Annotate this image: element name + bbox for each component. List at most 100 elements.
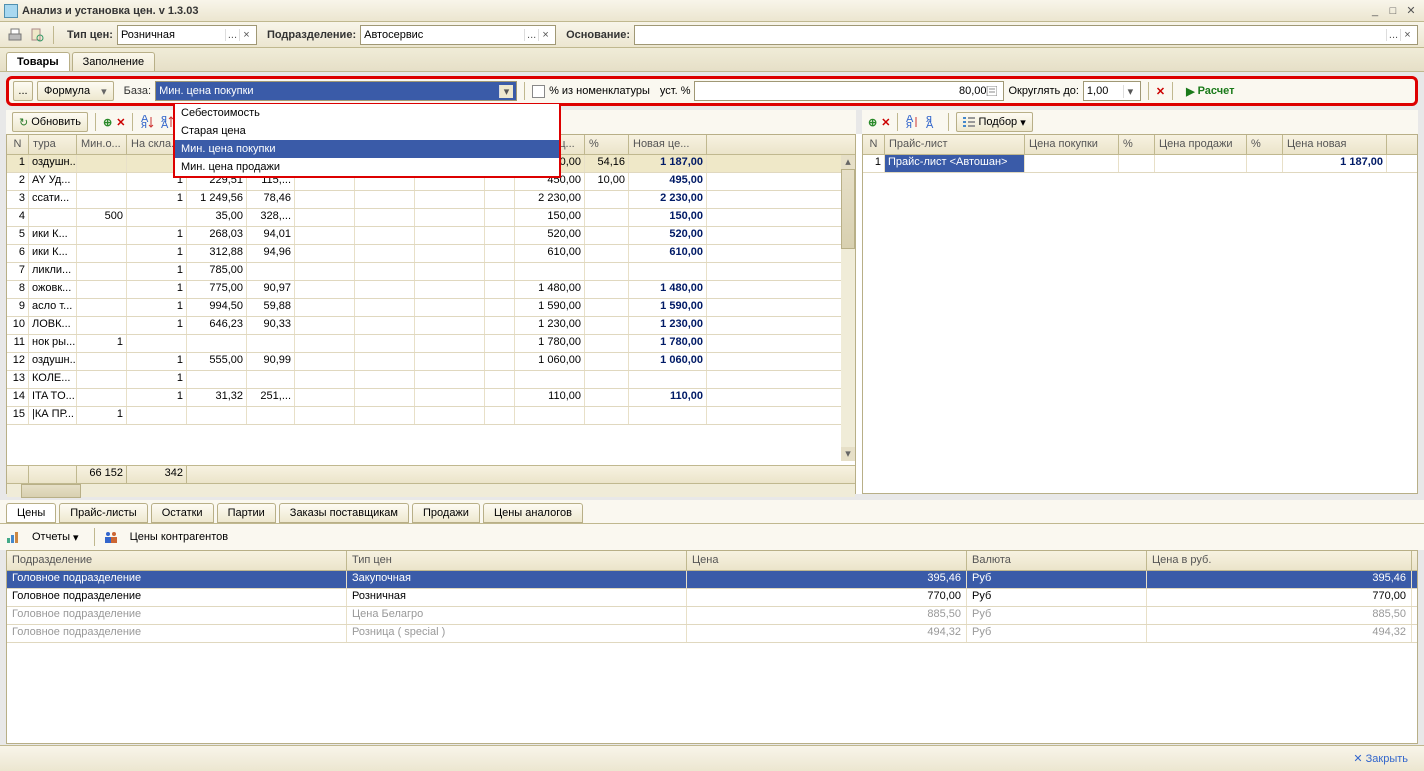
search-doc-icon[interactable]	[28, 26, 46, 44]
tab-supplier-orders[interactable]: Заказы поставщикам	[279, 503, 409, 523]
rcol-new-price[interactable]: Цена новая	[1283, 135, 1387, 154]
base-combo[interactable]: Мин. цена покупки ▾	[155, 81, 517, 101]
delete-button[interactable]: ✕	[881, 116, 890, 129]
tab-analog-prices[interactable]: Цены аналогов	[483, 503, 583, 523]
delete-button[interactable]: ✕	[116, 116, 125, 129]
tab-goods[interactable]: Товары	[6, 52, 70, 71]
table-row[interactable]: 5ики К...1268,0394,01520,00520,00	[7, 227, 855, 245]
rcol-sell-price[interactable]: Цена продажи	[1155, 135, 1247, 154]
ellipsis-icon[interactable]: ...	[1386, 29, 1400, 41]
ellipsis-button[interactable]: ...	[13, 81, 33, 101]
table-row[interactable]: 7ликли...1785,00	[7, 263, 855, 281]
col-pct2[interactable]: %	[585, 135, 629, 154]
col-new-price[interactable]: Новая це...	[629, 135, 707, 154]
formula-button[interactable]: Формула▾	[37, 81, 114, 101]
tab-prices[interactable]: Цены	[6, 503, 56, 523]
tab-sales[interactable]: Продажи	[412, 503, 480, 523]
rcol-buy-price[interactable]: Цена покупки	[1025, 135, 1119, 154]
bcol-price-type[interactable]: Тип цен	[347, 551, 687, 570]
bcol-price[interactable]: Цена	[687, 551, 967, 570]
tab-fill[interactable]: Заполнение	[72, 52, 156, 71]
v-scrollbar[interactable]: ▴ ▾	[841, 155, 855, 461]
reports-button[interactable]: Отчеты▾	[26, 527, 85, 547]
tab-pricelists[interactable]: Прайс-листы	[59, 503, 147, 523]
close-button[interactable]: ✕	[1402, 4, 1420, 18]
col-nomenclature[interactable]: тура	[29, 135, 77, 154]
rcol-n[interactable]: N	[863, 135, 885, 154]
table-row[interactable]: Головное подразделениеРозничная770,00Руб…	[7, 589, 1417, 607]
table-row[interactable]: 13КОЛЕ...1	[7, 371, 855, 389]
bcol-currency[interactable]: Валюта	[967, 551, 1147, 570]
h-scrollbar[interactable]	[7, 483, 855, 497]
tab-stock[interactable]: Остатки	[151, 503, 214, 523]
scrollbar-thumb[interactable]	[21, 484, 81, 498]
clear-icon[interactable]: ×	[239, 29, 253, 41]
table-row[interactable]: Головное подразделениеЦена Белагро885,50…	[7, 607, 1417, 625]
subdivision-combo[interactable]: Автосервис ... ×	[360, 25, 556, 45]
table-row[interactable]: 12оздушн...1555,0090,991 060,001 060,00	[7, 353, 855, 371]
dropdown-option[interactable]: Мин. цена продажи	[175, 158, 559, 176]
scroll-down-icon[interactable]: ▾	[841, 447, 855, 461]
table-row[interactable]: 3ссати...11 249,5678,462 230,002 230,00	[7, 191, 855, 209]
cancel-calc-button[interactable]: ✕	[1156, 85, 1165, 98]
col-n[interactable]: N	[7, 135, 29, 154]
clear-icon[interactable]: ×	[538, 29, 552, 41]
bcol-subdivision[interactable]: Подразделение	[7, 551, 347, 570]
tab-batches[interactable]: Партии	[217, 503, 276, 523]
calculator-icon[interactable]	[986, 86, 1000, 96]
print-icon[interactable]	[6, 26, 24, 44]
dropdown-option[interactable]: Старая цена	[175, 122, 559, 140]
bottom-grid-body[interactable]: Головное подразделениеЗакупочная395,46Ру…	[7, 571, 1417, 643]
table-row[interactable]: 9асло т...1994,5059,881 590,001 590,00	[7, 299, 855, 317]
refresh-button[interactable]: ↻ Обновить	[12, 112, 88, 132]
calc-button[interactable]: ▶ Расчет	[1180, 81, 1240, 101]
table-row[interactable]: 450035,00328,...150,00150,00	[7, 209, 855, 227]
contragent-prices-label: Цены контрагентов	[130, 531, 229, 543]
table-row[interactable]: 1Прайс-лист <Автошан>1 187,00	[863, 155, 1417, 173]
rcol-pct[interactable]: %	[1119, 135, 1155, 154]
sort-asc-icon[interactable]: Aя	[140, 114, 156, 130]
rcol-pricelist[interactable]: Прайс-лист	[885, 135, 1025, 154]
round-combo[interactable]: 1,00 ▾	[1083, 81, 1141, 101]
from-nomenclature-checkbox[interactable]	[532, 85, 545, 98]
svg-text:я: я	[141, 119, 147, 129]
table-row[interactable]: 6ики К...1312,8894,96610,00610,00	[7, 245, 855, 263]
table-row[interactable]: Головное подразделениеРозница ( special …	[7, 625, 1417, 643]
chevron-down-icon[interactable]: ▾	[1123, 85, 1137, 98]
sort-asc-icon[interactable]: Aя	[905, 114, 921, 130]
ust-pct-input[interactable]: 80,00	[694, 81, 1004, 101]
scroll-up-icon[interactable]: ▴	[841, 155, 855, 169]
sort-desc-icon[interactable]: яA	[925, 114, 941, 130]
add-button[interactable]: ⊕	[868, 116, 877, 129]
ellipsis-icon[interactable]: ...	[524, 29, 538, 41]
table-row[interactable]: 11нок ры...11 780,001 780,00	[7, 335, 855, 353]
table-row[interactable]: 10ЛОВК...1646,2390,331 230,001 230,00	[7, 317, 855, 335]
bcol-price-rub[interactable]: Цена в руб.	[1147, 551, 1412, 570]
set-prices-button[interactable]: Установить цены	[1419, 81, 1424, 101]
table-row[interactable]: 15|КА ПР...1	[7, 407, 855, 425]
rcol-pct2[interactable]: %	[1247, 135, 1283, 154]
right-grid-body[interactable]: 1Прайс-лист <Автошан>1 187,00	[863, 155, 1417, 465]
ust-pct-value: 80,00	[698, 85, 986, 97]
clear-icon[interactable]: ×	[1400, 29, 1414, 41]
dropdown-option[interactable]: Себестоимость	[175, 104, 559, 122]
chart-icon[interactable]	[6, 530, 20, 544]
ellipsis-icon[interactable]: ...	[225, 29, 239, 41]
add-button[interactable]: ⊕	[103, 116, 112, 129]
table-row[interactable]: 8ожовк...1775,0090,971 480,001 480,00	[7, 281, 855, 299]
left-grid-body[interactable]: 1оздушн...1770,0054,161 187,002AY Уд...1…	[7, 155, 855, 465]
table-row[interactable]: Головное подразделениеЗакупочная395,46Ру…	[7, 571, 1417, 589]
col-min-ost[interactable]: Мин.о...	[77, 135, 127, 154]
minimize-button[interactable]: _	[1366, 4, 1384, 18]
table-row[interactable]: 14ITA TO...131,32251,...110,00110,00	[7, 389, 855, 407]
dropdown-option[interactable]: Мин. цена покупки	[175, 140, 559, 158]
scrollbar-thumb[interactable]	[841, 169, 855, 249]
maximize-button[interactable]: □	[1384, 4, 1402, 18]
basis-combo[interactable]: ... ×	[634, 25, 1418, 45]
base-dropdown-list[interactable]: Себестоимость Старая цена Мин. цена поку…	[173, 104, 561, 178]
close-window-button[interactable]: ✕ Закрыть	[1347, 749, 1414, 769]
price-type-combo[interactable]: Розничная ... ×	[117, 25, 257, 45]
contragent-prices-button[interactable]: Цены контрагентов	[124, 527, 235, 547]
podbor-button[interactable]: Подбор ▾	[956, 112, 1032, 132]
chevron-down-icon[interactable]: ▾	[499, 85, 513, 98]
